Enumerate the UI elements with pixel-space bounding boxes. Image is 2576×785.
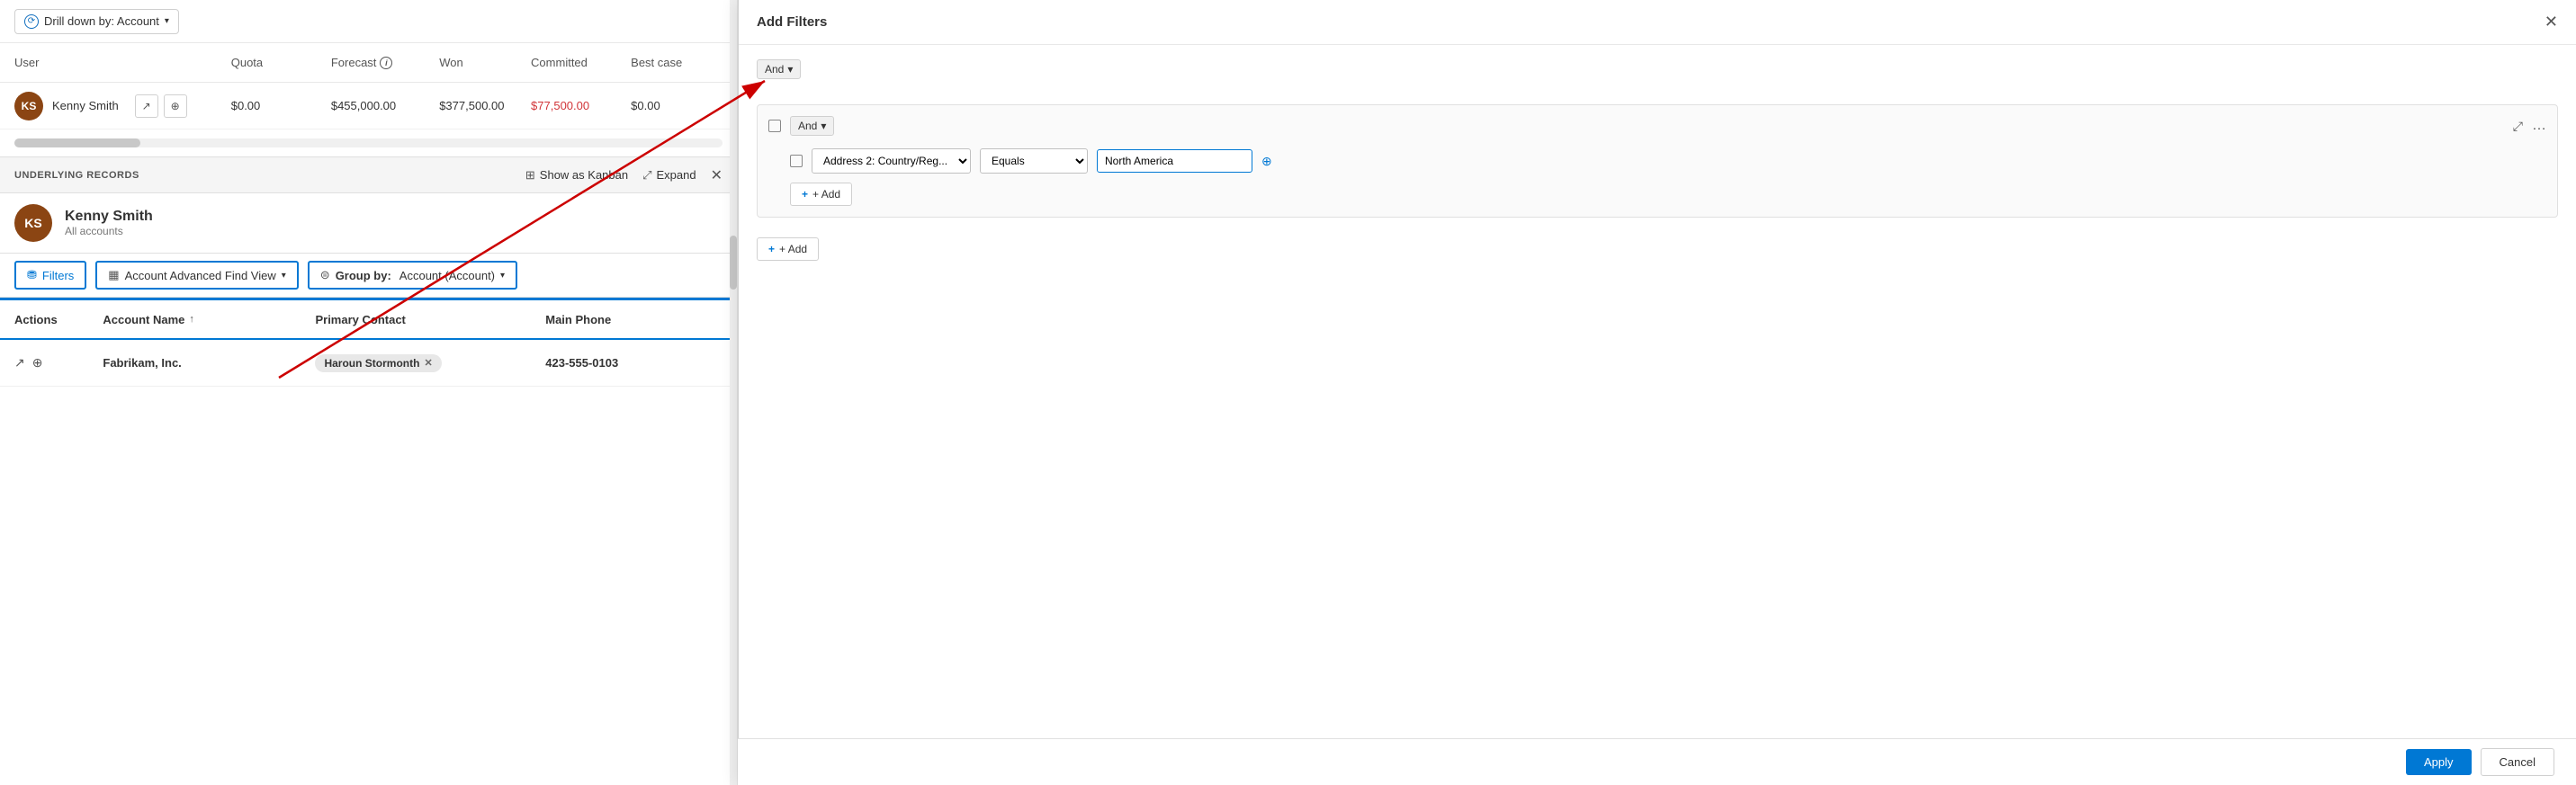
table-row: KS Kenny Smith ↗ ⊕ $0.00 $455,000.00 $37… <box>0 83 737 129</box>
col-phone-header: Main Phone <box>545 313 723 326</box>
sort-icon[interactable]: ↑ <box>189 314 194 325</box>
view-chevron: ▾ <box>282 271 286 281</box>
filters-panel-body: And ▾ And ▾ ⤢ … Address 2: Country/Reg..… <box>739 45 2576 275</box>
expand-button[interactable]: ⤢ Expand <box>642 168 696 183</box>
col-header-user: User <box>14 56 231 69</box>
filters-panel-header: Add Filters ✕ <box>739 0 2576 45</box>
share-icon-btn[interactable]: ↗ <box>135 94 158 118</box>
condition-checkbox[interactable] <box>790 155 803 167</box>
expand-icon: ⤢ <box>642 168 651 183</box>
condition-action-icon: ⊕ <box>1261 154 1272 169</box>
avatar-large: KS <box>14 204 52 242</box>
filters-panel: Add Filters ✕ And ▾ And ▾ ⤢ … <box>738 0 2576 785</box>
vertical-scrollbar[interactable] <box>730 0 737 785</box>
underlying-close-button[interactable]: ✕ <box>711 166 723 184</box>
scrollbar-thumb[interactable] <box>730 236 737 290</box>
row-account-name: Fabrikam, Inc. <box>103 356 315 370</box>
bottom-plus-icon: + <box>768 243 775 255</box>
user-info-bar: KS Kenny Smith All accounts <box>0 193 737 254</box>
underlying-actions: ⊞ Show as Kanban ⤢ Expand ✕ <box>525 166 723 184</box>
cell-won: $377,500.00 <box>439 99 531 112</box>
plus-icon: + <box>802 188 808 201</box>
avatar: KS <box>14 92 43 120</box>
bottom-action-bar: Apply Cancel <box>738 738 2576 785</box>
col-header-quota: Quota <box>231 56 331 69</box>
col-header-won: Won <box>439 56 531 69</box>
col-header-committed: Committed <box>531 56 631 69</box>
panel-close-button[interactable]: ✕ <box>2545 13 2558 31</box>
filter-condition-row: Address 2: Country/Reg... Equals ⊕ <box>768 148 2546 174</box>
add-row-button[interactable]: + + Add <box>790 183 852 206</box>
row-add-icon[interactable]: ⊕ <box>32 355 43 370</box>
user-sub-label: All accounts <box>65 225 153 237</box>
view-button[interactable]: ▦ Account Advanced Find View ▾ <box>95 261 298 290</box>
row-actions-cell: ↗ ⊕ <box>14 355 103 370</box>
chip-close-icon[interactable]: ✕ <box>424 357 432 369</box>
filter-group-header: And ▾ ⤢ … <box>768 116 2546 136</box>
underlying-title: UNDERLYING RECORDS <box>14 170 139 181</box>
value-input[interactable] <box>1097 149 1252 173</box>
group-more-button[interactable]: … <box>2532 118 2546 134</box>
operator-select[interactable]: Equals <box>980 148 1088 174</box>
underlying-section: UNDERLYING RECORDS ⊞ Show as Kanban ⤢ Ex… <box>0 156 737 387</box>
drill-down-label: Drill down by: Account <box>44 14 159 28</box>
apply-button[interactable]: Apply <box>2406 749 2472 775</box>
groupby-button[interactable]: ⊜ Group by: Account (Account) ▾ <box>308 261 517 290</box>
cell-forecast: $455,000.00 <box>331 99 439 112</box>
col-header-bestcase: Best case <box>631 56 723 69</box>
cell-bestcase: $0.00 <box>631 99 723 112</box>
user-info-text: Kenny Smith All accounts <box>65 209 153 237</box>
filter-icon: ⛃ <box>27 268 37 282</box>
col-actions-header: Actions <box>14 313 103 326</box>
row-primary-contact: Haroun Stormonth ✕ <box>315 354 545 372</box>
filters-panel-title: Add Filters <box>757 14 827 30</box>
col-header-forecast: Forecast i <box>331 56 439 69</box>
col-name-header: Account Name ↑ <box>103 313 315 326</box>
top-and-badge[interactable]: And ▾ <box>757 59 801 79</box>
group-and-label[interactable]: And ▾ <box>790 116 834 136</box>
underlying-header: UNDERLYING RECORDS ⊞ Show as Kanban ⤢ Ex… <box>0 157 737 193</box>
cell-committed: $77,500.00 <box>531 99 631 112</box>
kanban-icon: ⊞ <box>525 168 535 183</box>
user-full-name: Kenny Smith <box>65 209 153 225</box>
show-as-kanban-button[interactable]: ⊞ Show as Kanban <box>525 168 628 183</box>
row-open-icon[interactable]: ↗ <box>14 355 25 370</box>
contact-chip: Haroun Stormonth ✕ <box>315 354 441 372</box>
user-name: Kenny Smith <box>52 99 119 112</box>
drill-down-button[interactable]: ⟳ Drill down by: Account ▾ <box>14 9 179 34</box>
horizontal-scroll-area[interactable] <box>0 129 737 156</box>
cancel-button[interactable]: Cancel <box>2481 748 2554 776</box>
drill-down-icon: ⟳ <box>24 14 39 29</box>
group-expand-button[interactable]: ⤢ <box>2513 119 2523 134</box>
user-cell: KS Kenny Smith ↗ ⊕ <box>14 92 231 120</box>
groupby-chevron: ▾ <box>500 271 505 281</box>
drill-down-chevron: ▾ <box>165 16 169 26</box>
col-contact-header: Primary Contact <box>315 313 545 326</box>
grid-icon: ▦ <box>108 268 119 282</box>
records-toolbar: ⛃ Filters ▦ Account Advanced Find View ▾… <box>0 254 737 298</box>
forecast-table-header: User Quota Forecast i Won Committed Best… <box>0 43 737 83</box>
forecast-info-icon[interactable]: i <box>380 57 392 69</box>
records-row: ↗ ⊕ Fabrikam, Inc. Haroun Stormonth ✕ 42… <box>0 340 737 387</box>
cell-quota: $0.00 <box>231 99 331 112</box>
bottom-add-button[interactable]: + + Add <box>757 237 819 261</box>
groupby-icon: ⊜ <box>320 268 330 282</box>
row-action-icons: ↗ ⊕ <box>135 94 187 118</box>
row-phone: 423-555-0103 <box>545 356 723 370</box>
filters-button[interactable]: ⛃ Filters <box>14 261 86 290</box>
filter-group: And ▾ ⤢ … Address 2: Country/Reg... Equa… <box>757 104 2558 218</box>
target-icon-btn[interactable]: ⊕ <box>164 94 187 118</box>
records-table-header: Actions Account Name ↑ Primary Contact M… <box>0 300 737 340</box>
field-select[interactable]: Address 2: Country/Reg... <box>812 148 971 174</box>
group-checkbox[interactable] <box>768 120 781 132</box>
